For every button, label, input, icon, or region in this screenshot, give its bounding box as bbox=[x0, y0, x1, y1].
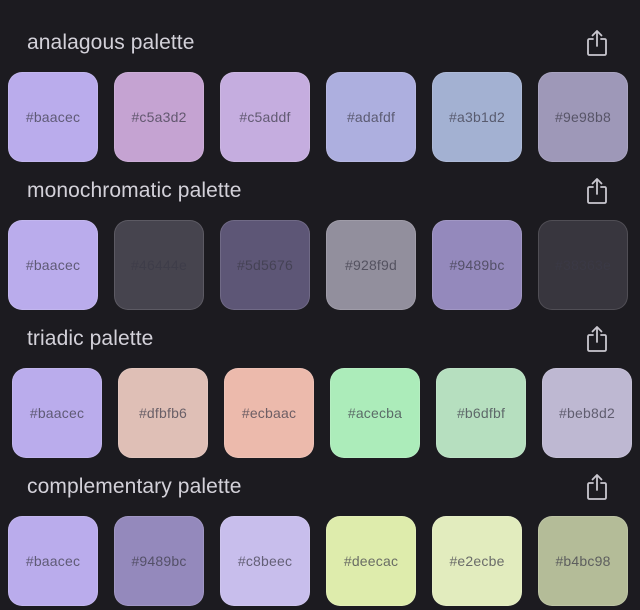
palette-section-triadic: triadic palette #baacec #dfbfb6 #ecbaac #ace… bbox=[0, 308, 640, 458]
share-button[interactable] bbox=[586, 177, 608, 205]
color-swatch[interactable]: #acecba bbox=[330, 368, 420, 458]
color-swatch[interactable]: #9e98b8 bbox=[538, 72, 628, 162]
color-swatch[interactable]: #adafdf bbox=[326, 72, 416, 162]
color-swatch[interactable]: #deecac bbox=[326, 516, 416, 606]
swatch-hex-label: #e2ecbe bbox=[449, 553, 505, 569]
swatch-hex-label: #9489bc bbox=[131, 553, 187, 569]
color-swatch[interactable]: #b4bc98 bbox=[538, 516, 628, 606]
swatch-hex-label: #beb8d2 bbox=[559, 405, 615, 421]
share-button[interactable] bbox=[586, 473, 608, 501]
share-icon bbox=[586, 177, 608, 205]
swatch-hex-label: #c5a3d2 bbox=[131, 109, 187, 125]
swatch-hex-label: #b4bc98 bbox=[555, 553, 611, 569]
palette-section-analagous: analagous palette #baacec #c5a3d2 #c5addf #a… bbox=[0, 12, 640, 162]
color-swatch[interactable]: #c8beec bbox=[220, 516, 310, 606]
color-swatch[interactable]: #baacec bbox=[12, 368, 102, 458]
color-swatch[interactable]: #baacec bbox=[8, 72, 98, 162]
color-swatch[interactable]: #b6dfbf bbox=[436, 368, 526, 458]
swatch-row: #baacec #c5a3d2 #c5addf #adafdf #a3b1d2 #9e98… bbox=[8, 72, 632, 162]
share-button[interactable] bbox=[586, 325, 608, 353]
color-swatch[interactable]: #ecbaac bbox=[224, 368, 314, 458]
palette-section-complementary: complementary palette #baacec #9489bc #c8be… bbox=[0, 456, 640, 606]
swatch-hex-label: #928f9d bbox=[344, 257, 397, 273]
color-swatch[interactable]: #baacec bbox=[8, 516, 98, 606]
swatch-row: #baacec #dfbfb6 #ecbaac #acecba #b6dfbf #beb8… bbox=[8, 368, 632, 458]
share-icon bbox=[586, 29, 608, 57]
swatch-hex-label: #baacec bbox=[29, 405, 85, 421]
swatch-row: #baacec #9489bc #c8beec #deecac #e2ecbe #b4bc… bbox=[8, 516, 632, 606]
share-button[interactable] bbox=[586, 29, 608, 57]
swatch-hex-label: #46444e bbox=[131, 257, 187, 273]
color-swatch[interactable]: #c5addf bbox=[220, 72, 310, 162]
swatch-hex-label: #baacec bbox=[25, 257, 81, 273]
swatch-hex-label: #adafdf bbox=[346, 109, 396, 125]
palette-title: monochromatic palette bbox=[27, 179, 242, 202]
swatch-hex-label: #b6dfbf bbox=[456, 405, 506, 421]
swatch-hex-label: #a3b1d2 bbox=[449, 109, 505, 125]
swatch-hex-label: #38363e bbox=[555, 257, 611, 273]
color-swatch[interactable]: #9489bc bbox=[114, 516, 204, 606]
swatch-hex-label: #9e98b8 bbox=[555, 109, 611, 125]
swatch-hex-label: #ecbaac bbox=[241, 405, 297, 421]
swatch-hex-label: #5d5676 bbox=[237, 257, 293, 273]
color-swatch[interactable]: #9489bc bbox=[432, 220, 522, 310]
palette-title: analagous palette bbox=[27, 31, 195, 54]
swatch-hex-label: #c5addf bbox=[239, 109, 291, 125]
swatch-hex-label: #c8beec bbox=[237, 553, 293, 569]
color-swatch[interactable]: #5d5676 bbox=[220, 220, 310, 310]
color-swatch[interactable]: #baacec bbox=[8, 220, 98, 310]
color-swatch[interactable]: #e2ecbe bbox=[432, 516, 522, 606]
swatch-hex-label: #dfbfb6 bbox=[138, 405, 188, 421]
color-swatch[interactable]: #a3b1d2 bbox=[432, 72, 522, 162]
color-swatch[interactable]: #38363e bbox=[538, 220, 628, 310]
palette-title: complementary palette bbox=[27, 475, 242, 498]
share-icon bbox=[586, 325, 608, 353]
color-swatch[interactable]: #46444e bbox=[114, 220, 204, 310]
palette-title: triadic palette bbox=[27, 327, 154, 350]
share-icon bbox=[586, 473, 608, 501]
color-swatch[interactable]: #beb8d2 bbox=[542, 368, 632, 458]
color-swatch[interactable]: #928f9d bbox=[326, 220, 416, 310]
swatch-hex-label: #9489bc bbox=[449, 257, 505, 273]
swatch-row: #baacec #46444e #5d5676 #928f9d #9489bc #3836… bbox=[8, 220, 632, 310]
swatch-hex-label: #acecba bbox=[347, 405, 403, 421]
color-swatch[interactable]: #dfbfb6 bbox=[118, 368, 208, 458]
palette-section-monochromatic: monochromatic palette #baacec #46444e #5d56… bbox=[0, 160, 640, 310]
swatch-hex-label: #baacec bbox=[25, 553, 81, 569]
swatch-hex-label: #deecac bbox=[343, 553, 399, 569]
swatch-hex-label: #baacec bbox=[25, 109, 81, 125]
color-swatch[interactable]: #c5a3d2 bbox=[114, 72, 204, 162]
